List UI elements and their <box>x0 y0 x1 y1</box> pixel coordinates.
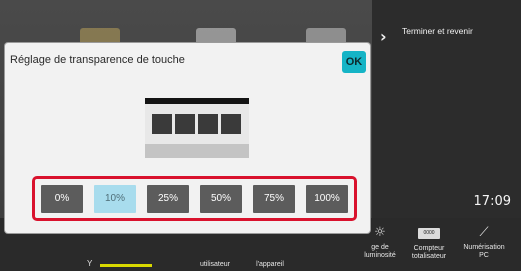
finish-and-return-link[interactable]: Terminer et revenir <box>402 26 473 36</box>
shortcut-device-label: l'appareil <box>256 261 284 268</box>
option-50-percent[interactable]: 50% <box>200 185 242 213</box>
preview-keys-area <box>145 104 249 144</box>
yellow-indicator-bar <box>100 264 152 267</box>
y-label: Y <box>87 259 93 268</box>
option-25-percent[interactable]: 25% <box>147 185 189 213</box>
shortcut-scan-label: Numérisation PC <box>463 244 505 259</box>
option-10-percent[interactable]: 10% <box>94 185 136 213</box>
option-75-percent[interactable]: 75% <box>253 185 295 213</box>
preview-bottom-area <box>145 144 249 158</box>
shortcut-counter-label: Compteur totalisateur <box>411 245 447 260</box>
option-100-percent[interactable]: 100% <box>306 185 348 213</box>
dialog-title: Réglage de transparence de touche <box>10 54 185 66</box>
shortcut-user-label: utilisateur <box>200 261 230 268</box>
scan-icon: ⟋ <box>479 225 489 240</box>
preview-key <box>152 114 172 134</box>
preview-key <box>198 114 218 134</box>
shortcut-brightness-label: ge de luminosité <box>364 244 396 259</box>
side-panel: › Terminer et revenir <box>372 0 521 218</box>
shortcut-scan[interactable]: ⟋ Numérisation PC <box>453 218 515 271</box>
transparency-preview-image <box>145 98 249 158</box>
chevron-right-icon[interactable]: › <box>380 27 387 46</box>
transparency-options-group: 0% 10% 25% 50% 75% 100% <box>32 176 357 221</box>
preview-key <box>175 114 195 134</box>
shortcut-counter[interactable]: 0000 Compteur totalisateur <box>405 218 453 271</box>
clock: 17:09 <box>473 194 511 209</box>
counter-icon: 0000 <box>418 228 440 239</box>
ok-button[interactable]: OK <box>342 51 366 73</box>
key-transparency-dialog: Réglage de transparence de touche OK 0% … <box>5 43 370 233</box>
preview-key <box>221 114 241 134</box>
option-0-percent[interactable]: 0% <box>41 185 83 213</box>
